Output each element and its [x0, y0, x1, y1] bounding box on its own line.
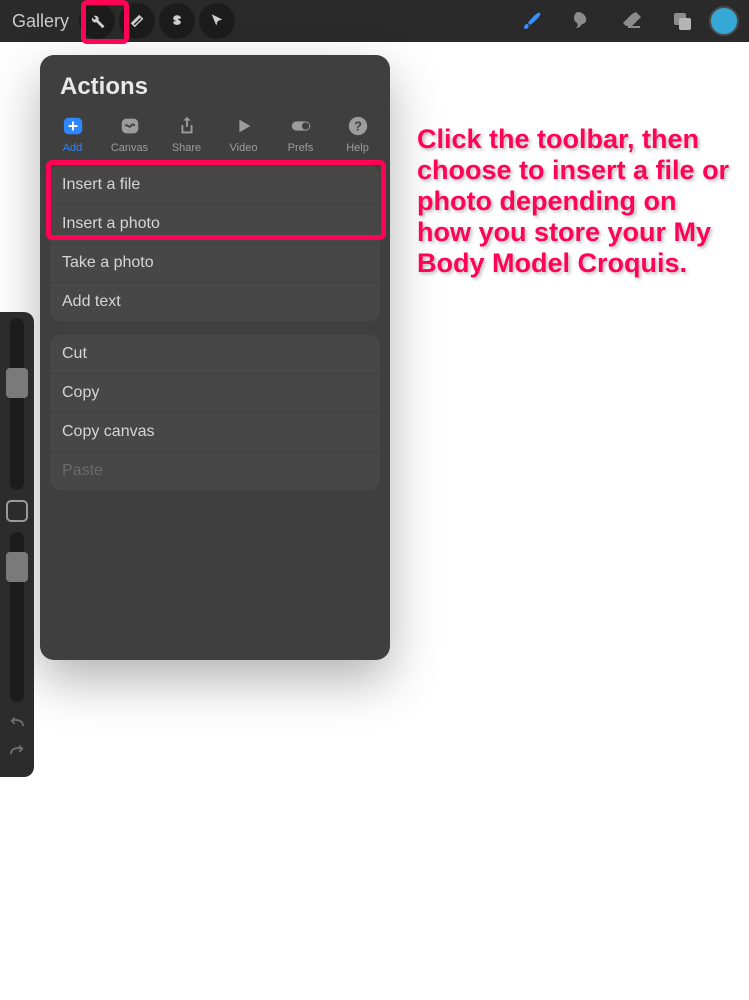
menu-insert-file[interactable]: Insert a file — [50, 166, 380, 205]
brush-size-slider[interactable] — [10, 318, 24, 490]
tab-label: Canvas — [111, 142, 148, 154]
smudge-icon — [570, 9, 594, 33]
wrench-icon — [88, 12, 106, 30]
layers-icon — [670, 9, 694, 33]
slider-thumb[interactable] — [6, 552, 28, 582]
menu-paste: Paste — [50, 452, 380, 490]
opacity-slider[interactable] — [10, 532, 24, 702]
transform-button[interactable] — [199, 3, 235, 39]
svg-text:?: ? — [354, 119, 362, 134]
canvas-icon — [116, 115, 144, 137]
modify-button[interactable] — [6, 500, 28, 522]
menu-cut[interactable]: Cut — [50, 335, 380, 374]
menu-copy[interactable]: Copy — [50, 374, 380, 413]
prefs-toggle-icon — [287, 115, 315, 137]
color-picker-button[interactable] — [709, 6, 739, 36]
tab-help[interactable]: ? Help — [330, 113, 386, 156]
share-icon — [173, 115, 201, 137]
menu-copy-canvas[interactable]: Copy canvas — [50, 413, 380, 452]
tab-label: Help — [346, 142, 369, 154]
help-icon: ? — [344, 115, 372, 137]
tab-label: Video — [230, 142, 258, 154]
tab-canvas[interactable]: Canvas — [102, 113, 158, 156]
menu-group-insert: Insert a file Insert a photo Take a phot… — [50, 166, 380, 321]
tab-add[interactable]: Add — [45, 113, 101, 156]
panel-title: Actions — [40, 55, 390, 113]
tab-share[interactable]: Share — [159, 113, 215, 156]
redo-icon[interactable] — [8, 744, 26, 758]
smudge-button[interactable] — [565, 4, 599, 38]
actions-panel: Actions Add Canvas Share Video — [40, 55, 390, 660]
actions-tab-row: Add Canvas Share Video Prefs — [40, 113, 390, 166]
eraser-button[interactable] — [615, 4, 649, 38]
tab-video[interactable]: Video — [216, 113, 272, 156]
brush-button[interactable] — [515, 4, 549, 38]
adjustments-button[interactable] — [119, 3, 155, 39]
selection-button[interactable] — [159, 3, 195, 39]
add-icon — [59, 115, 87, 137]
layers-button[interactable] — [665, 4, 699, 38]
side-controls — [0, 312, 34, 777]
menu-insert-photo[interactable]: Insert a photo — [50, 205, 380, 244]
gallery-button[interactable]: Gallery — [6, 11, 75, 32]
tab-label: Prefs — [288, 142, 314, 154]
video-play-icon — [230, 115, 258, 137]
menu-take-photo[interactable]: Take a photo — [50, 244, 380, 283]
slider-thumb[interactable] — [6, 368, 28, 398]
tab-prefs[interactable]: Prefs — [273, 113, 329, 156]
instruction-annotation: Click the toolbar, then choose to insert… — [417, 124, 732, 279]
eraser-icon — [620, 9, 644, 33]
brush-icon — [520, 9, 544, 33]
wand-icon — [128, 12, 146, 30]
selection-s-icon — [168, 12, 186, 30]
tab-label: Add — [63, 142, 83, 154]
actions-wrench-button[interactable] — [79, 3, 115, 39]
menu-add-text[interactable]: Add text — [50, 283, 380, 321]
undo-icon[interactable] — [8, 716, 26, 730]
cursor-arrow-icon — [208, 12, 226, 30]
tab-label: Share — [172, 142, 201, 154]
top-toolbar: Gallery — [0, 0, 749, 42]
menu-group-clipboard: Cut Copy Copy canvas Paste — [50, 335, 380, 490]
